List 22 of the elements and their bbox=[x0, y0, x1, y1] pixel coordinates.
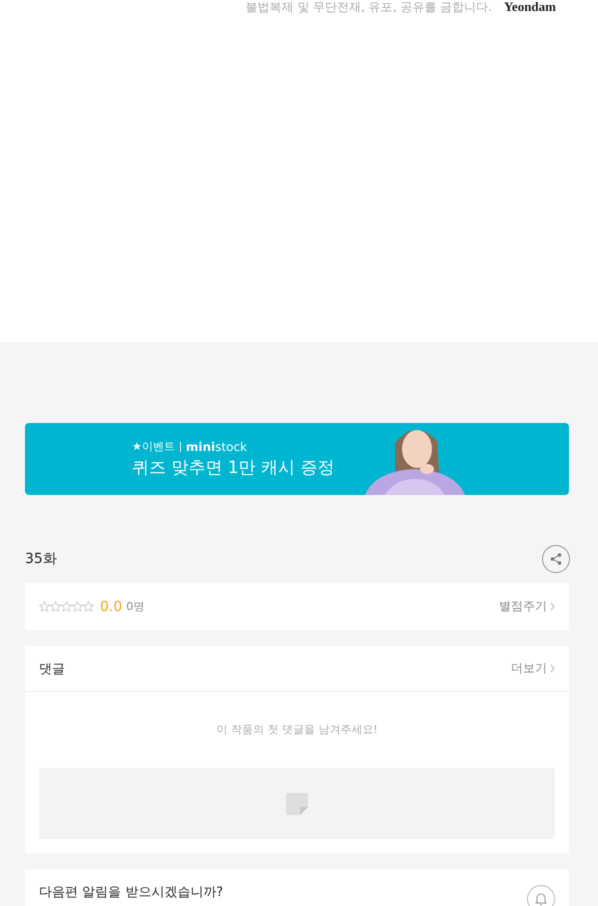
rating-score: 0.0 bbox=[100, 598, 122, 614]
empty-comments-message: 이 작품의 첫 댓글을 남겨주세요! bbox=[216, 722, 378, 737]
bell-icon bbox=[534, 892, 548, 906]
episode-title: 35화 bbox=[25, 550, 57, 568]
chevron-icon bbox=[550, 664, 555, 673]
comment-input-placeholder[interactable] bbox=[39, 768, 555, 839]
brand-name: ministock bbox=[186, 440, 248, 454]
notification-question: 다음편 알림을 받으시겠습니까? bbox=[39, 884, 224, 900]
banner-headline: 퀴즈 맞추면 1만 캐시 증정 bbox=[132, 457, 336, 479]
rating-count: 0명 bbox=[126, 599, 144, 614]
event-banner[interactable]: ★이벤트 ministock 퀴즈 맞추면 1만 캐시 증정 bbox=[25, 423, 569, 495]
publisher-logo: Yeondam bbox=[504, 0, 556, 14]
share-icon bbox=[549, 552, 563, 566]
share-button[interactable] bbox=[542, 545, 570, 573]
chevron-icon bbox=[550, 602, 555, 611]
copyright-notice: 불법복제 및 무단전재, 유포, 공유를 금합니다. bbox=[245, 0, 492, 14]
notification-bell-button[interactable] bbox=[527, 884, 555, 906]
rate-link[interactable]: 별점주기 bbox=[499, 598, 555, 615]
comments-title: 댓글 bbox=[39, 660, 65, 678]
more-link[interactable]: 더보기 bbox=[511, 660, 555, 677]
note-icon bbox=[286, 792, 308, 814]
event-label: ★이벤트 bbox=[132, 439, 175, 454]
